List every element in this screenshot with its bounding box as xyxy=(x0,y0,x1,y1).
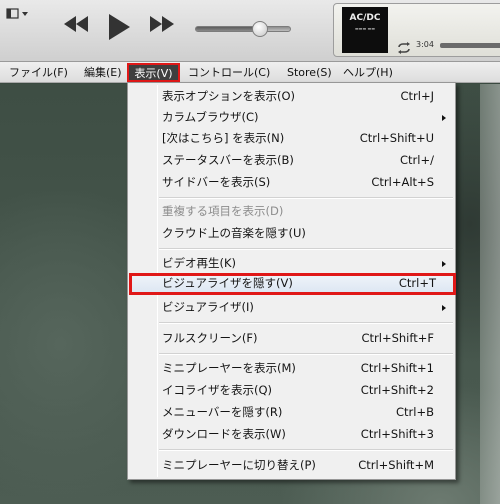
menu-item-switch-to-mini-player[interactable]: ミニプレーヤーに切り替え(P) Ctrl+Shift+M xyxy=(131,455,452,476)
menu-item-label: フルスクリーン(F) xyxy=(162,331,258,345)
menu-item-label: ミニプレーヤーを表示(M) xyxy=(162,361,296,375)
content-edge xyxy=(480,84,500,504)
menu-item-shortcut: Ctrl+/ xyxy=(400,153,434,167)
menu-item-shortcut: Ctrl+Shift+3 xyxy=(360,427,434,441)
menu-separator xyxy=(159,449,453,451)
now-playing-display: AC/DC ▬▬▬ ▬▬ 3:04 xyxy=(333,3,500,57)
menu-separator xyxy=(159,197,453,199)
menu-item-label: ステータスバーを表示(B) xyxy=(162,153,294,167)
repeat-icon[interactable] xyxy=(396,39,412,58)
menu-separator xyxy=(159,322,453,324)
submenu-arrow-icon xyxy=(442,115,446,121)
menu-item-hide-visualizer[interactable]: ビジュアライザを隠す(V) Ctrl+T xyxy=(129,273,456,295)
menu-item-label: ビジュアライザを隠す(V) xyxy=(162,276,293,290)
fast-forward-icon[interactable] xyxy=(148,14,176,38)
album-logo: AC/DC xyxy=(349,13,381,23)
menu-bar: ファイル(F) 編集(E) 表示(V) コントロール(C) Store(S) ヘ… xyxy=(0,62,500,83)
rewind-icon[interactable] xyxy=(62,14,90,38)
menu-item-shortcut: Ctrl+Alt+S xyxy=(371,175,434,189)
menu-item-label: ダウンロードを表示(W) xyxy=(162,427,286,441)
menu-view[interactable]: 表示(V) xyxy=(127,63,180,82)
menu-item-show-up-next[interactable]: [次はこちら] を表示(N) Ctrl+Shift+U xyxy=(131,128,452,149)
menu-store[interactable]: Store(S) xyxy=(285,64,334,81)
menu-item-shortcut: Ctrl+Shift+1 xyxy=(360,361,434,375)
menu-item-column-browser[interactable]: カラムブラウザ(C) xyxy=(131,107,452,128)
view-menu-dropdown: 表示オプションを表示(O) Ctrl+J カラムブラウザ(C) [次はこちら] … xyxy=(127,82,456,480)
submenu-arrow-icon xyxy=(442,261,446,267)
menu-item-hide-cloud-music[interactable]: クラウド上の音楽を隠す(U) xyxy=(131,223,452,244)
menu-item-label: 重複する項目を表示(D) xyxy=(162,204,284,218)
menu-item-label: カラムブラウザ(C) xyxy=(162,110,259,124)
elapsed-time: 3:04 xyxy=(416,40,434,49)
menu-item-shortcut: Ctrl+T xyxy=(398,276,436,290)
track-progress-bar[interactable] xyxy=(440,43,500,48)
menu-edit[interactable]: 編集(E) xyxy=(82,64,124,81)
menu-item-shortcut: Ctrl+Shift+U xyxy=(359,131,434,145)
menu-item-label: メニューバーを隠す(R) xyxy=(162,405,283,419)
menu-item-label: [次はこちら] を表示(N) xyxy=(162,131,285,145)
volume-fill xyxy=(196,27,260,31)
menu-item-show-view-options[interactable]: 表示オプションを表示(O) Ctrl+J xyxy=(131,86,452,107)
album-subtext: ▬▬▬ ▬▬ xyxy=(354,26,376,31)
sidebar-toggle-icon[interactable] xyxy=(6,6,32,20)
menu-item-hide-menu-bar[interactable]: メニューバーを隠す(R) Ctrl+B xyxy=(131,402,452,423)
menu-item-video-playback[interactable]: ビデオ再生(K) xyxy=(131,253,452,274)
menu-item-label: ビデオ再生(K) xyxy=(162,256,237,270)
menu-item-shortcut: Ctrl+Shift+M xyxy=(358,458,434,472)
menu-item-shortcut: Ctrl+Shift+F xyxy=(361,331,435,345)
menu-item-label: ミニプレーヤーに切り替え(P) xyxy=(162,458,316,472)
menu-item-shortcut: Ctrl+B xyxy=(396,405,434,419)
play-icon[interactable] xyxy=(106,12,132,46)
menu-item-show-downloads[interactable]: ダウンロードを表示(W) Ctrl+Shift+3 xyxy=(131,424,452,445)
menu-item-label: イコライザを表示(Q) xyxy=(162,383,273,397)
menu-item-show-equalizer[interactable]: イコライザを表示(Q) Ctrl+Shift+2 xyxy=(131,380,452,401)
menu-control[interactable]: コントロール(C) xyxy=(186,64,272,81)
menu-item-show-duplicates: 重複する項目を表示(D) xyxy=(131,201,452,222)
menu-help[interactable]: ヘルプ(H) xyxy=(341,64,395,81)
menu-item-show-mini-player[interactable]: ミニプレーヤーを表示(M) Ctrl+Shift+1 xyxy=(131,358,452,379)
menu-item-label: ビジュアライザ(I) xyxy=(162,300,254,314)
menu-separator xyxy=(159,353,453,355)
menu-item-label: クラウド上の音楽を隠す(U) xyxy=(162,226,306,240)
menu-item-visualizer[interactable]: ビジュアライザ(I) xyxy=(131,297,452,318)
menu-item-show-status-bar[interactable]: ステータスバーを表示(B) Ctrl+/ xyxy=(131,150,452,171)
album-artwork[interactable]: AC/DC ▬▬▬ ▬▬ xyxy=(342,7,388,53)
menu-item-label: 表示オプションを表示(O) xyxy=(162,89,296,103)
menu-file[interactable]: ファイル(F) xyxy=(7,64,70,81)
menu-item-shortcut: Ctrl+J xyxy=(400,89,435,103)
menu-item-show-sidebar[interactable]: サイドバーを表示(S) Ctrl+Alt+S xyxy=(131,172,452,193)
player-toolbar: AC/DC ▬▬▬ ▬▬ 3:04 xyxy=(0,0,500,62)
menu-item-label: サイドバーを表示(S) xyxy=(162,175,271,189)
menu-separator xyxy=(159,248,453,250)
volume-slider[interactable] xyxy=(195,21,291,37)
menu-item-full-screen[interactable]: フルスクリーン(F) Ctrl+Shift+F xyxy=(131,328,452,349)
submenu-arrow-icon xyxy=(442,305,446,311)
menu-item-shortcut: Ctrl+Shift+2 xyxy=(360,383,434,397)
volume-knob[interactable] xyxy=(251,21,268,37)
